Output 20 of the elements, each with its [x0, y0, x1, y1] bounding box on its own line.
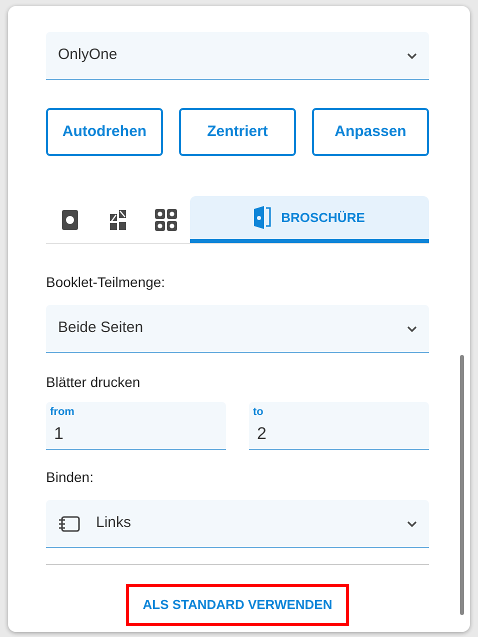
subset-label: Booklet-Teilmenge:: [46, 273, 166, 292]
sheets-label: Blätter drucken: [46, 373, 142, 392]
binding-label: Binden:: [46, 468, 94, 487]
set-default-button[interactable]: ALS STANDARD VERWENDEN: [126, 584, 350, 626]
notebook-icon: [58, 516, 80, 532]
option-button[interactable]: Zentriert: [179, 108, 296, 156]
to-label: to: [253, 406, 264, 419]
binding-select[interactable]: Links: [46, 500, 429, 548]
chevron-down-icon: [407, 520, 417, 526]
chevron-down-icon: [407, 52, 417, 58]
option-button[interactable]: Autodrehen: [46, 108, 163, 156]
split-tiles-icon: [108, 208, 128, 232]
booklet-icon: [254, 206, 272, 229]
option-button[interactable]: Anpassen: [312, 108, 429, 156]
chevron-down-icon: [407, 326, 417, 332]
subset-select[interactable]: Beide Seiten: [46, 305, 429, 353]
grid-icon: [155, 208, 177, 230]
printer-select[interactable]: OnlyOne: [46, 32, 429, 80]
from-label: from: [50, 406, 74, 419]
scrollbar[interactable]: [460, 355, 464, 615]
